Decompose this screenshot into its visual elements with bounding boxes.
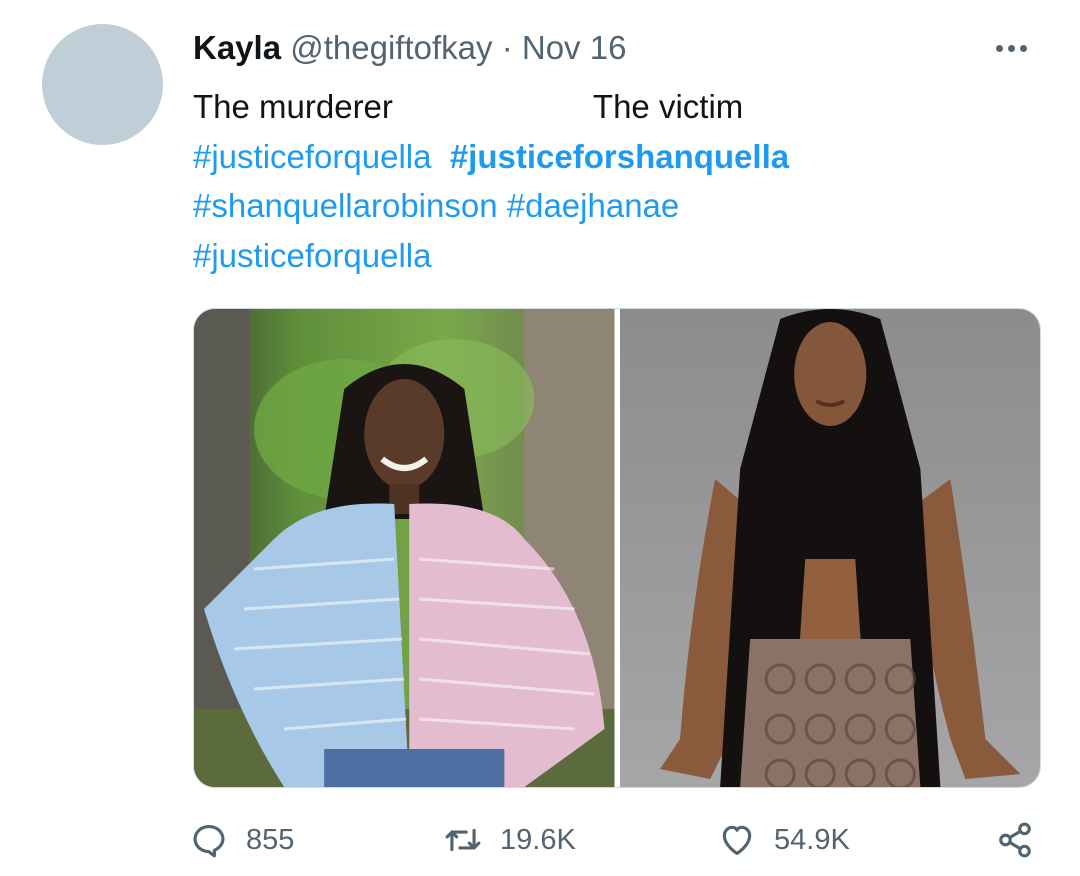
timestamp[interactable]: Nov 16 — [522, 29, 627, 66]
author-name[interactable]: Kayla — [193, 29, 281, 66]
tweet-header: Kayla @thegiftofkay · Nov 16 — [193, 26, 626, 70]
more-icon-dot — [1020, 45, 1027, 52]
hashtag-link[interactable]: #justiceforshanquella — [450, 138, 789, 175]
reply-button[interactable]: 855 — [190, 812, 294, 868]
photo-left[interactable] — [194, 309, 615, 787]
more-options-button[interactable] — [996, 34, 1038, 62]
heart-icon — [722, 825, 752, 856]
hashtag-link[interactable]: #daejhanae — [507, 187, 680, 224]
reply-icon — [193, 824, 225, 858]
hashtag-link[interactable]: #justiceforquella — [193, 237, 431, 274]
author-handle[interactable]: @thegiftofkay — [290, 29, 492, 66]
reply-count: 855 — [246, 823, 295, 856]
hashtag-link[interactable]: #justiceforquella — [193, 138, 431, 175]
hashtag-link[interactable]: #shanquellarobinson — [193, 187, 498, 224]
retweet-button[interactable]: 19.6K — [444, 812, 576, 868]
share-icon — [999, 822, 1031, 858]
media-grid — [193, 308, 1041, 788]
photo-left-image — [194, 309, 615, 787]
action-bar: 855 19.6K 54.9K — [190, 812, 1040, 868]
caption-left: The murderer — [193, 88, 393, 125]
retweet-count: 19.6K — [500, 823, 576, 856]
retweet-icon — [445, 828, 481, 852]
photo-right-image — [619, 309, 1040, 787]
more-icon-dot — [1008, 45, 1015, 52]
share-button[interactable] — [996, 812, 1034, 868]
avatar[interactable] — [42, 24, 163, 145]
more-icon — [996, 45, 1003, 52]
hashtag-row: #justiceforquella — [193, 231, 789, 281]
hashtag-row: #shanquellarobinson #daejhanae — [193, 181, 789, 231]
like-button[interactable]: 54.9K — [718, 812, 850, 868]
like-count: 54.9K — [774, 823, 850, 856]
separator-dot: · — [501, 29, 513, 66]
photo-right[interactable] — [619, 309, 1040, 787]
caption-row: The murderer The victim — [193, 82, 789, 132]
tweet-text: The murderer The victim #justiceforquella… — [193, 82, 789, 280]
hashtag-row: #justiceforquella #justiceforshanquella — [193, 132, 789, 182]
caption-right: The victim — [592, 88, 744, 125]
